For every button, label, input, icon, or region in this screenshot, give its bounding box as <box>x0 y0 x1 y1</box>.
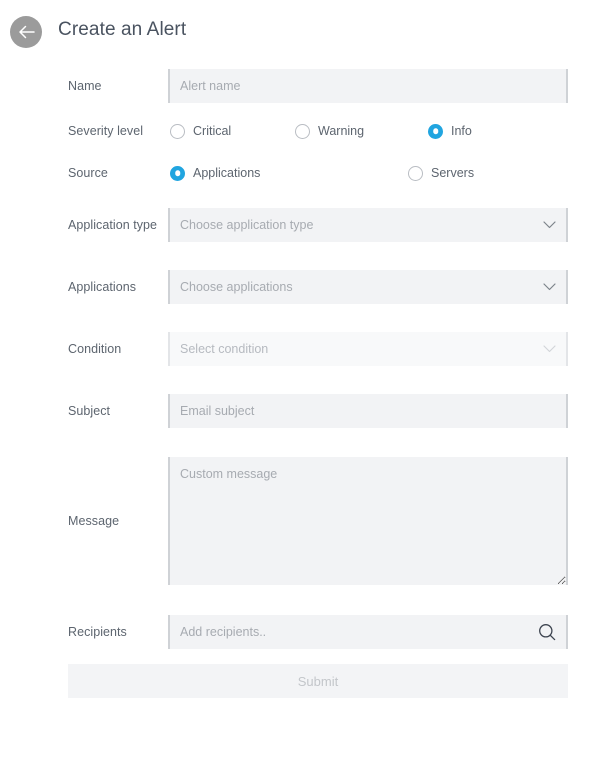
name-field-wrap <box>168 69 568 103</box>
subject-field-wrap <box>168 394 568 428</box>
application-type-select[interactable]: Choose application type <box>168 208 568 242</box>
application-type-label: Application type <box>68 217 158 232</box>
message-label: Message <box>68 513 120 528</box>
form-row-applications: Applications Choose applications <box>0 256 598 318</box>
form-row-message: Message <box>0 442 598 600</box>
radio-label: Info <box>451 124 472 138</box>
radio-indicator <box>295 123 310 139</box>
recipients-input[interactable] <box>168 615 568 649</box>
recipients-field-wrap <box>168 615 568 649</box>
form-row-recipients: Recipients <box>0 600 598 664</box>
message-field-wrap <box>168 457 568 585</box>
applications-field-wrap: Choose applications <box>168 270 568 304</box>
name-input[interactable] <box>168 69 568 103</box>
condition-field-wrap: Select condition <box>168 332 568 366</box>
back-button[interactable] <box>10 16 42 48</box>
message-textarea[interactable] <box>168 457 568 585</box>
applications-label: Applications <box>68 279 137 294</box>
arrow-left-icon <box>18 25 35 39</box>
severity-level-label: Severity level <box>68 123 144 138</box>
submit-button[interactable]: Submit <box>68 664 568 698</box>
condition-select-value: Select condition <box>180 342 269 356</box>
create-alert-page: Create an Alert Name Severity level Crit… <box>0 0 598 769</box>
alert-form: Name Severity level Critical Warning Inf <box>0 62 598 704</box>
form-row-subject: Subject <box>0 380 598 442</box>
submit-row: Submit <box>0 664 598 704</box>
radio-severity-info[interactable]: Info <box>428 123 472 139</box>
radio-indicator <box>170 165 185 181</box>
form-row-source: Source Applications Servers <box>0 152 598 194</box>
radio-label: Warning <box>318 124 365 138</box>
source-label: Source <box>68 165 108 180</box>
application-type-select-value: Choose application type <box>180 218 314 232</box>
radio-indicator <box>408 165 423 181</box>
radio-label: Servers <box>431 166 475 180</box>
radio-source-servers[interactable]: Servers <box>408 165 475 181</box>
form-row-application-type: Application type Choose application type <box>0 194 598 256</box>
radio-indicator <box>170 123 185 139</box>
radio-label: Critical <box>193 124 232 138</box>
form-row-condition: Condition Select condition <box>0 318 598 380</box>
form-row-severity: Severity level Critical Warning Info <box>0 110 598 152</box>
source-radio-group: Applications Servers <box>168 162 598 184</box>
search-icon[interactable] <box>538 623 556 641</box>
severity-radio-group: Critical Warning Info <box>168 120 598 142</box>
radio-severity-critical[interactable]: Critical <box>170 123 232 139</box>
radio-source-applications[interactable]: Applications <box>170 165 261 181</box>
radio-label: Applications <box>193 166 261 180</box>
subject-label: Subject <box>68 403 111 418</box>
radio-indicator <box>428 123 443 139</box>
applications-select[interactable]: Choose applications <box>168 270 568 304</box>
application-type-field-wrap: Choose application type <box>168 208 568 242</box>
page-header: Create an Alert <box>0 0 598 62</box>
name-label: Name <box>68 78 102 93</box>
condition-label: Condition <box>68 341 122 356</box>
page-title: Create an Alert <box>58 19 187 40</box>
form-row-name: Name <box>0 62 598 110</box>
subject-input[interactable] <box>168 394 568 428</box>
condition-select[interactable]: Select condition <box>168 332 568 366</box>
radio-severity-warning[interactable]: Warning <box>295 123 365 139</box>
applications-select-value: Choose applications <box>180 280 293 294</box>
recipients-label: Recipients <box>68 624 127 639</box>
